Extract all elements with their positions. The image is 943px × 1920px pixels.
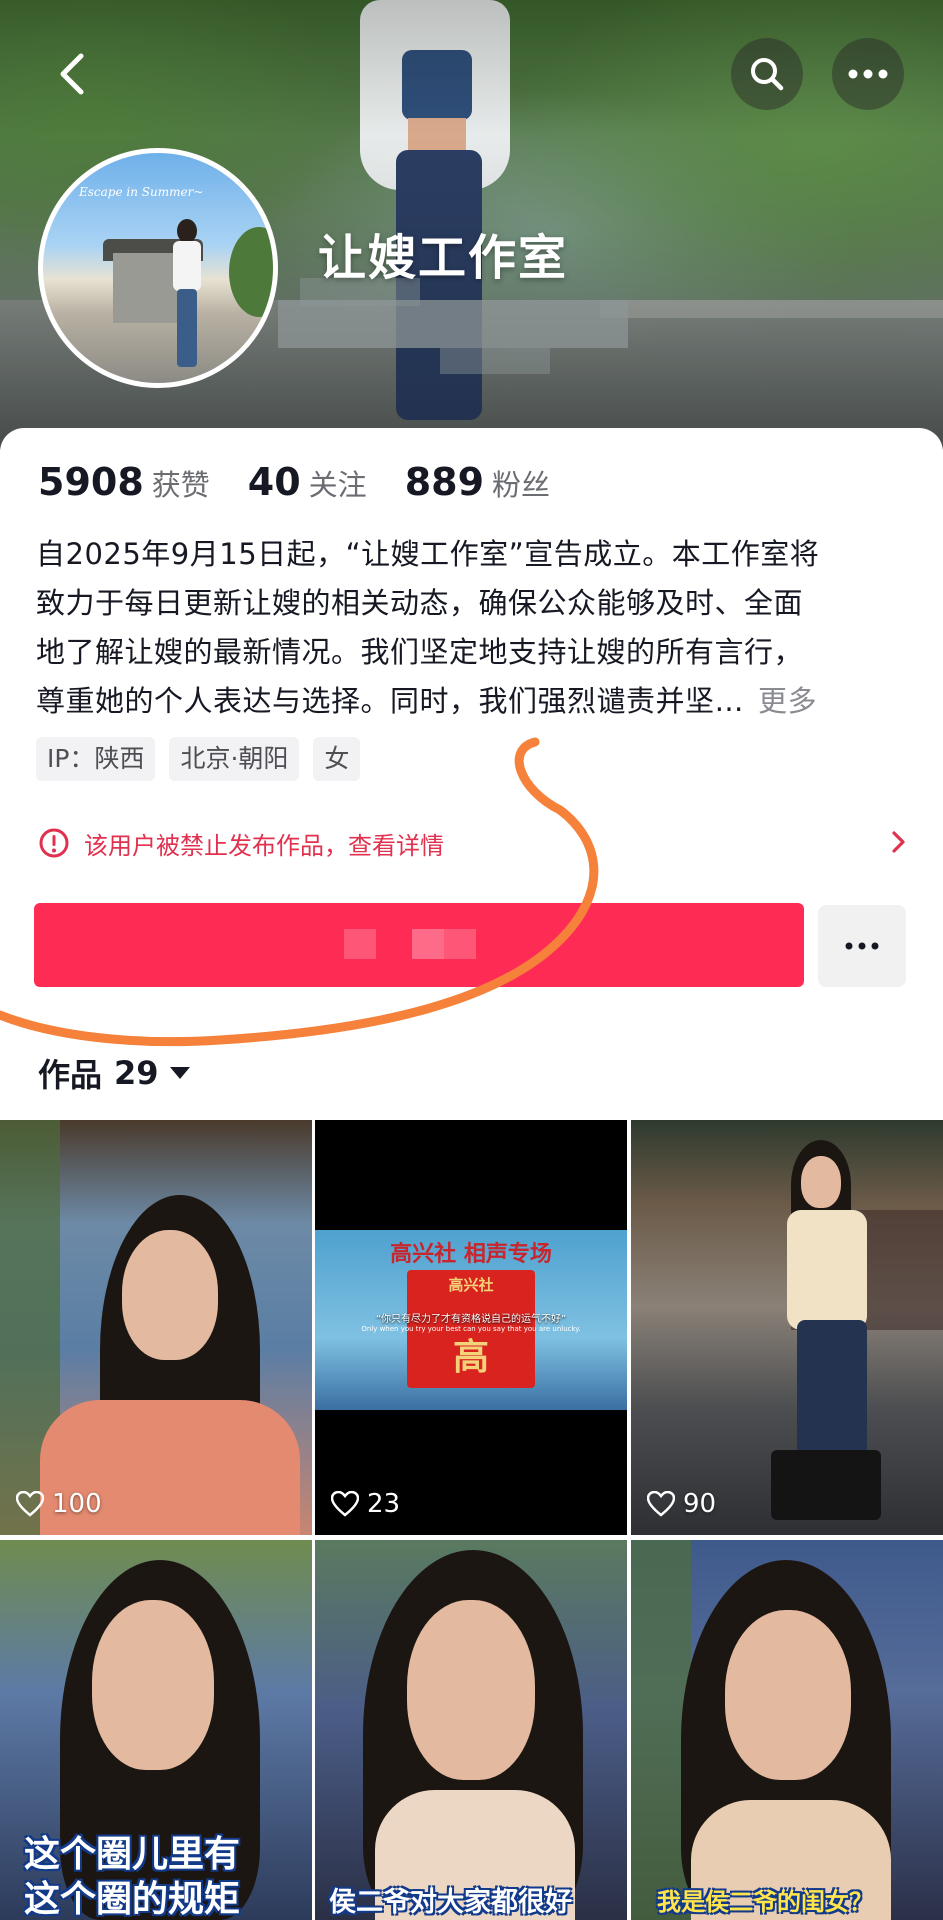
chevron-right-icon <box>892 831 905 853</box>
more-horizontal-icon <box>848 69 888 79</box>
stat-likes[interactable]: 5908 获赞 <box>38 460 210 504</box>
search-button[interactable] <box>731 38 803 110</box>
heart-icon <box>647 1491 675 1517</box>
search-icon <box>751 58 784 91</box>
bio-line-text: 尊重她的个人表达与选择。同时，我们强烈谴责并坚… <box>36 684 745 718</box>
ban-notice[interactable]: 该用户被禁止发布作品，查看详情 <box>38 823 908 863</box>
curtain-char: 高 <box>452 1336 489 1378</box>
banner-english: Only when you try your best can you say … <box>361 1325 581 1333</box>
stat-followers-label: 粉丝 <box>492 468 551 502</box>
video-likes: 23 <box>331 1489 400 1519</box>
bio: 自2025年9月15日起，“让嫂工作室”宣告成立。本工作室将 致力于每日更新让嫂… <box>36 530 906 726</box>
caret-down-icon <box>169 1067 190 1079</box>
tag-ip-location: IP：陕西 <box>36 737 156 781</box>
bio-line: 地了解让嫂的最新情况。我们坚定地支持让嫂的所有言行， <box>36 635 804 669</box>
video-grid: 100 高兴社 相声专场 高兴社 高 “你只有尽力了才有资格说自己的运气不好” … <box>0 1120 943 1920</box>
more-horizontal-icon <box>845 942 879 950</box>
video-tile[interactable]: 100 <box>0 1120 312 1535</box>
more-options-button[interactable] <box>832 38 904 110</box>
video-caption: 侯二爷对大家都很好 <box>329 1887 572 1918</box>
banner-title: 高兴社 相声专场 <box>390 1241 552 1267</box>
profile-tags: IP：陕西 北京·朝阳 女 <box>36 737 374 781</box>
ban-notice-text: 该用户被禁止发布作品，查看详情 <box>84 831 444 860</box>
stat-following[interactable]: 40 关注 <box>248 460 367 504</box>
tab-works-label: 作品 <box>38 1056 103 1094</box>
video-tile[interactable]: 侯二爷对大家都很好 <box>315 1540 627 1920</box>
avatar-overlay-text: Escape in Summer~ <box>79 185 204 199</box>
tag-gender: 女 <box>313 737 361 781</box>
stat-following-label: 关注 <box>308 468 367 502</box>
profile-stats: 5908 获赞 40 关注 889 粉丝 <box>38 460 588 504</box>
video-caption: 这个圈的规矩 <box>24 1879 241 1920</box>
stat-following-value: 40 <box>247 460 301 504</box>
curtain-text: 高兴社 <box>448 1276 494 1294</box>
tag-city: 北京·朝阳 <box>169 737 300 781</box>
stat-likes-label: 获赞 <box>151 468 210 502</box>
banner-subtitle: “你只有尽力了才有资格说自己的运气不好” <box>375 1314 567 1325</box>
avatar[interactable]: Escape in Summer~ <box>38 148 278 388</box>
alert-circle-icon <box>39 828 69 858</box>
video-caption: 我是侯二爷的闺女？ <box>657 1888 873 1916</box>
video-tile[interactable]: 90 <box>631 1120 943 1535</box>
back-button[interactable] <box>44 42 100 106</box>
bio-line: 致力于每日更新让嫂的相关动态，确保公众能够及时、全面 <box>36 586 804 620</box>
tab-works-count: 29 <box>114 1054 159 1092</box>
video-tile[interactable]: 高兴社 相声专场 高兴社 高 “你只有尽力了才有资格说自己的运气不好” Only… <box>315 1120 627 1535</box>
bio-more-link[interactable]: 更多 <box>758 684 817 718</box>
profile-more-button[interactable] <box>818 905 906 987</box>
tab-works[interactable]: 作品 29 <box>38 1050 191 1096</box>
video-likes: 100 <box>16 1489 102 1519</box>
video-likes: 90 <box>647 1489 716 1519</box>
display-name: 让嫂工作室 <box>318 230 569 286</box>
video-tile[interactable]: 这个圈儿里有 这个圈的规矩 <box>0 1540 312 1920</box>
stat-likes-value: 5908 <box>38 460 144 504</box>
heart-icon <box>16 1491 44 1517</box>
bio-line: 自2025年9月15日起，“让嫂工作室”宣告成立。本工作室将 <box>36 537 820 571</box>
chevron-left-icon <box>60 53 84 95</box>
follow-button[interactable] <box>34 903 804 987</box>
bio-line-last: 尊重她的个人表达与选择。同时，我们强烈谴责并坚… 更多 <box>36 677 906 726</box>
heart-icon <box>331 1491 359 1517</box>
stat-followers[interactable]: 889 粉丝 <box>405 460 550 504</box>
video-tile[interactable]: 我是侯二爷的闺女？ <box>631 1540 943 1920</box>
stat-followers-value: 889 <box>404 460 485 504</box>
mosaic-blur <box>278 300 628 348</box>
